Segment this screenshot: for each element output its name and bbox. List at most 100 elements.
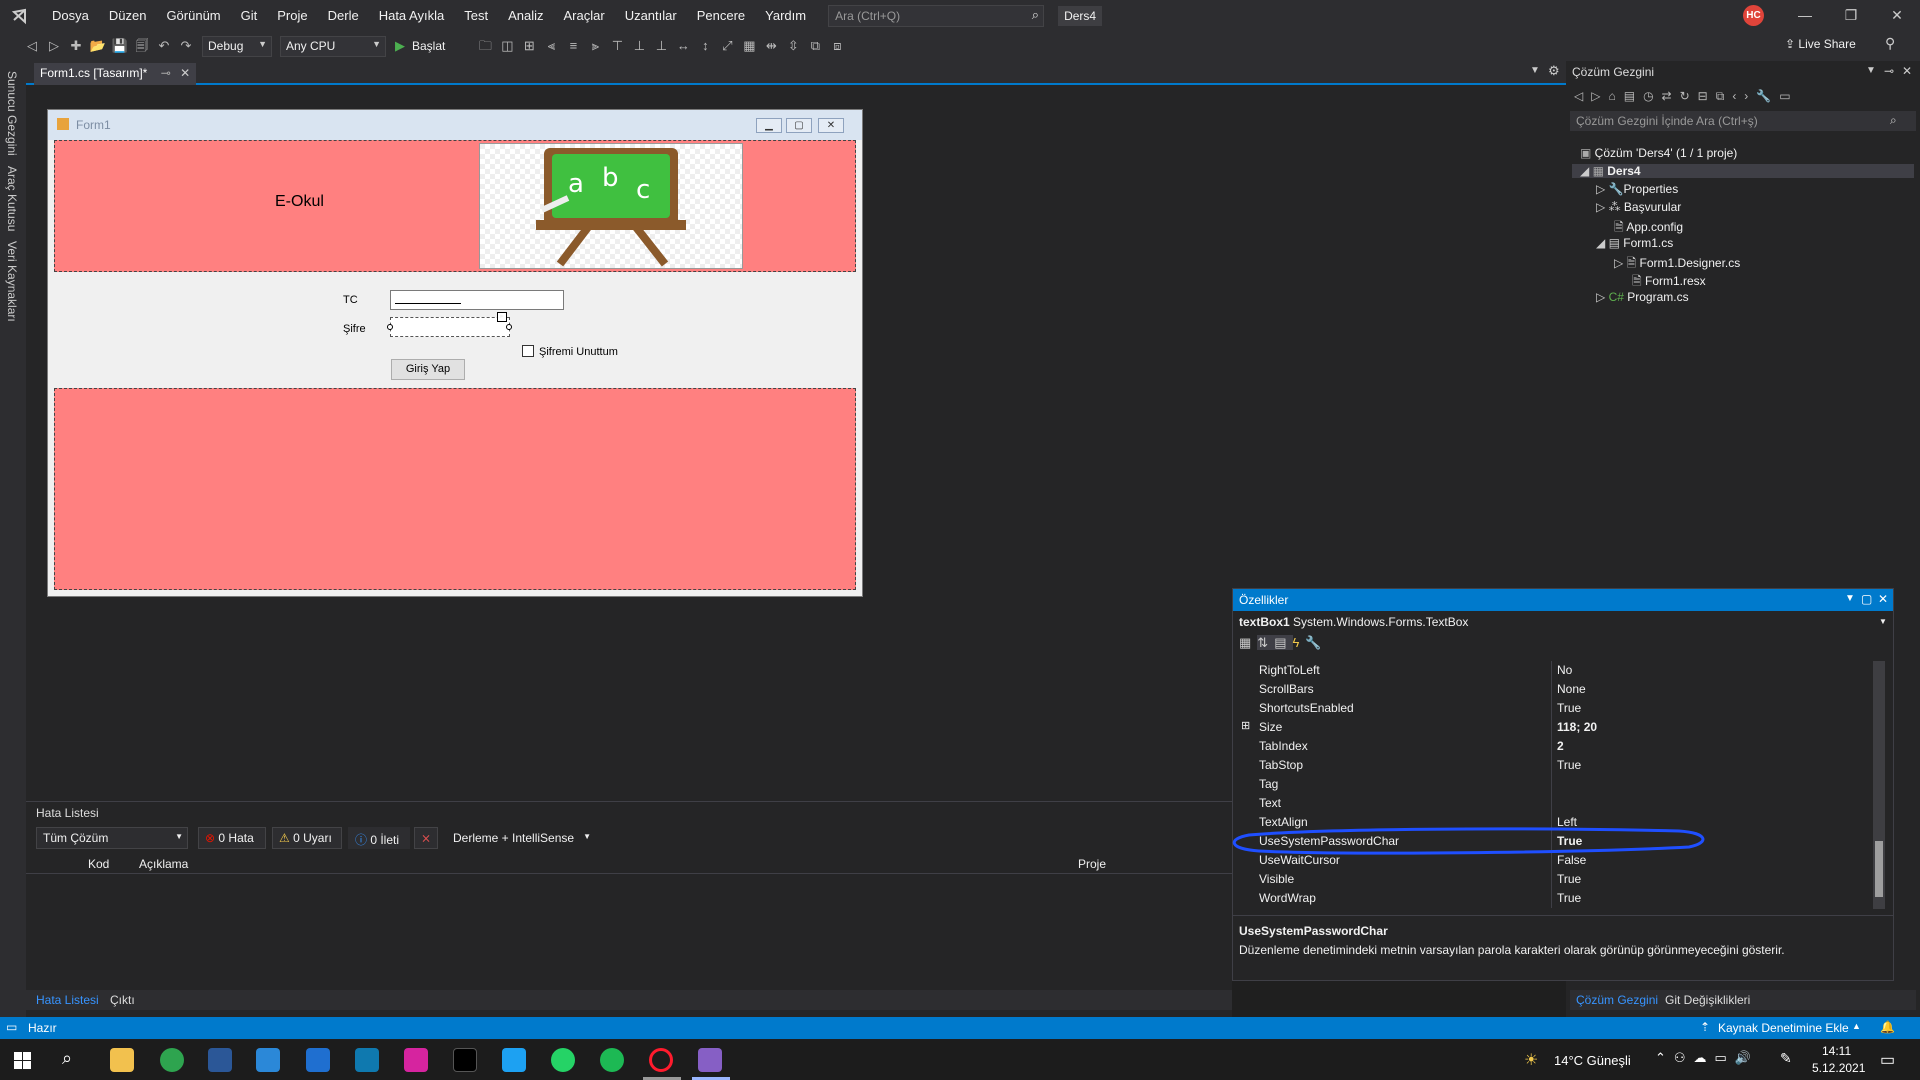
tree-item-project[interactable]: ◢ ▦ Ders4 (1572, 164, 1914, 178)
menu-analiz[interactable]: Analiz (498, 0, 553, 31)
align-bottom-icon[interactable]: ⊥ (651, 36, 671, 56)
menu-proje[interactable]: Proje (267, 0, 317, 31)
collapse-icon[interactable]: ⊟ (1698, 89, 1716, 103)
prop-value[interactable]: True (1557, 701, 1581, 715)
prop-row[interactable]: TabStop True (1239, 756, 1869, 775)
back-icon[interactable]: ◁ (1574, 89, 1591, 103)
screenshot-icon[interactable]: ◫ (497, 36, 517, 56)
login-button[interactable]: Giriş Yap (391, 359, 465, 380)
align-middle-icon[interactable]: ⊥ (629, 36, 649, 56)
store-icon[interactable] (208, 1048, 232, 1072)
notification-center-icon[interactable]: ▭ (1880, 1050, 1895, 1070)
notification-bell-icon[interactable]: 🔔 (1880, 1020, 1895, 1034)
prop-value[interactable]: None (1557, 682, 1586, 696)
live-share-button[interactable]: ⇪ Live Share (1785, 37, 1856, 51)
form-minimize-icon[interactable]: ▁ (756, 118, 782, 133)
resize-handle-left[interactable] (387, 324, 393, 330)
tab-hata-listesi[interactable]: Hata Listesi (36, 993, 99, 1007)
refresh-icon[interactable]: ↻ (1680, 89, 1698, 103)
close-icon[interactable]: ✕ (1902, 64, 1912, 78)
filter-toggle-button[interactable]: ⨯ (414, 827, 438, 849)
settings-icon[interactable]: ⚙ (1548, 63, 1560, 79)
expand-icon[interactable]: ◢ (1580, 164, 1593, 178)
switch-views-icon[interactable]: ▤ (1624, 89, 1643, 103)
prop-row[interactable]: Visible True (1239, 870, 1869, 889)
menu-araclar[interactable]: Araçlar (554, 0, 615, 31)
folder-icon[interactable]: 🗀 (475, 36, 495, 56)
spotify-icon[interactable] (600, 1048, 624, 1072)
errors-filter-button[interactable]: ⊗ 0 Hata (198, 827, 266, 849)
tiktok-icon[interactable] (453, 1048, 477, 1072)
expand-icon[interactable]: ▷ (1596, 200, 1609, 214)
save-icon[interactable]: 💾 (110, 36, 130, 56)
align-icon[interactable]: ⊞ (519, 36, 539, 56)
align-left-icon[interactable]: ⫷ (541, 36, 561, 56)
prop-row[interactable]: ⊞ Size 118; 20 (1239, 718, 1869, 737)
close-icon[interactable]: ✕ (1874, 0, 1920, 31)
column-kod[interactable]: Kod (88, 857, 109, 871)
save-all-icon[interactable]: 🗐 (132, 36, 152, 56)
play-icon[interactable]: ▶ (390, 36, 410, 56)
feedback-icon[interactable]: ⚲ (1885, 35, 1895, 52)
menu-hata-ayikla[interactable]: Hata Ayıkla (369, 0, 455, 31)
open-folder-icon[interactable]: 📂 (88, 36, 108, 56)
tree-item-solution[interactable]: ▣ Çözüm 'Ders4' (1 / 1 proje) (1580, 146, 1737, 160)
home-icon[interactable]: ⌂ (1608, 89, 1623, 103)
prop-row[interactable]: ShortcutsEnabled True (1239, 699, 1869, 718)
forward-icon[interactable]: ▷ (44, 36, 64, 56)
platform-select[interactable]: Any CPU ▼ (280, 35, 386, 57)
whatsapp-icon[interactable] (551, 1048, 575, 1072)
start-button[interactable]: Başlat (412, 39, 445, 53)
prop-value[interactable]: 2 (1557, 739, 1564, 753)
tree-item-properties[interactable]: ▷ 🔧Properties (1596, 182, 1678, 196)
weather-text[interactable]: 14°C Güneşli (1554, 1053, 1631, 1068)
same-size-icon[interactable]: ⤢ (717, 36, 737, 56)
form-maximize-icon[interactable]: ▢ (786, 118, 812, 133)
prop-value[interactable]: True (1557, 891, 1581, 905)
header-panel[interactable]: E-Okul a b c (54, 140, 856, 272)
tree-item-references[interactable]: ▷ ⁂ Başvurular (1596, 200, 1681, 214)
system-tray-icons[interactable]: ⌃⚇☁▭🔊 (1655, 1050, 1759, 1066)
resize-handle-right[interactable] (506, 324, 512, 330)
opera-icon[interactable] (649, 1048, 673, 1072)
prop-row[interactable]: TabIndex 2 (1239, 737, 1869, 756)
menu-gorunum[interactable]: Görünüm (156, 0, 230, 31)
close-tab-icon[interactable]: ✕ (180, 66, 190, 80)
new-project-icon[interactable]: ✚ (66, 36, 86, 56)
menu-test[interactable]: Test (454, 0, 498, 31)
sync-icon[interactable]: ⇄ (1662, 89, 1680, 103)
picturebox[interactable]: a b c (479, 143, 743, 269)
alphabetical-icon[interactable]: ⇅ (1257, 635, 1275, 650)
menu-duzen[interactable]: Düzen (99, 0, 157, 31)
file-explorer-icon[interactable] (110, 1048, 134, 1072)
form1-window[interactable]: Form1 ▁ ▢ ✕ E-Okul a b c TC Şifre ▸ Şifr… (47, 109, 863, 597)
tab-cikti[interactable]: Çıktı (110, 993, 135, 1007)
object-selector[interactable]: textBox1 System.Windows.Forms.TextBox ▼ (1239, 615, 1887, 629)
bring-front-icon[interactable]: ⧉ (805, 36, 825, 56)
tc-textbox[interactable] (390, 290, 564, 310)
weather-icon[interactable]: ☀ (1524, 1050, 1538, 1070)
media-player-icon[interactable] (160, 1048, 184, 1072)
prime-video-icon[interactable] (355, 1048, 379, 1072)
prop-row[interactable]: WordWrap True (1239, 889, 1869, 908)
same-height-icon[interactable]: ↕ (695, 36, 715, 56)
clock-time[interactable]: 14:11 (1822, 1044, 1851, 1058)
menu-yardim[interactable]: Yardım (755, 0, 816, 31)
avatar[interactable]: HC (1743, 5, 1764, 26)
tab-overflow-icon[interactable]: ▼ (1530, 65, 1540, 76)
properties-view-icon[interactable]: ▤ (1274, 635, 1293, 650)
maximize-icon[interactable]: ▢ (1861, 592, 1872, 606)
search-input[interactable]: Ara (Ctrl+Q) ⌕ (828, 4, 1045, 27)
pen-icon[interactable]: ✎ (1780, 1050, 1792, 1067)
grid-icon[interactable]: ▦ (739, 36, 759, 56)
categorized-icon[interactable]: ▦ (1239, 635, 1257, 650)
expand-icon[interactable]: ▷ (1596, 290, 1609, 304)
show-all-icon[interactable]: ⧉ (1716, 89, 1733, 103)
properties-icon[interactable]: 🔧 (1756, 89, 1779, 103)
expand-icon[interactable]: ▷ (1614, 256, 1627, 270)
expand-icon[interactable]: ▷ (1596, 182, 1609, 196)
events-icon[interactable]: ϟ (1293, 635, 1306, 650)
property-pages-icon[interactable]: 🔧 (1305, 635, 1327, 650)
restore-icon[interactable]: ❐ (1828, 0, 1874, 31)
tree-item-form1[interactable]: ◢ ▤ Form1.cs (1596, 236, 1673, 250)
